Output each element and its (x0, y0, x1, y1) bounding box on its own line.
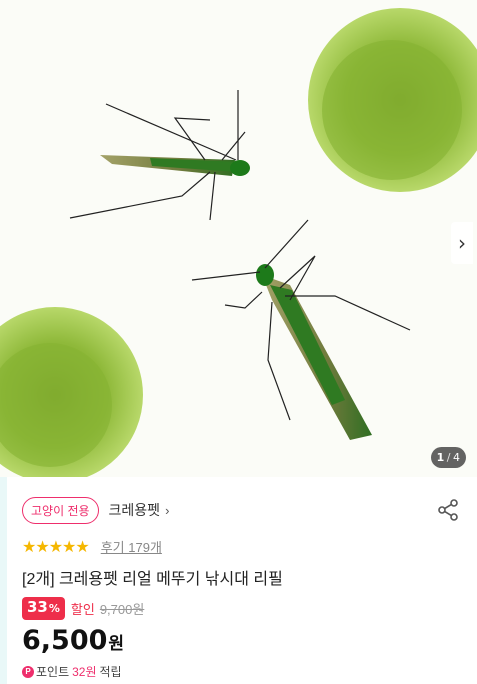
sale-price: 6,500 원 (22, 625, 462, 659)
discount-percent-unit: % (48, 601, 60, 615)
review-count-link[interactable]: 후기 179개 (101, 537, 162, 556)
chevron-right-icon: › (458, 231, 466, 255)
tag-brand-row: 고양이 전용 크레용펫 › (22, 495, 462, 525)
category-tag[interactable]: 고양이 전용 (22, 496, 99, 524)
original-price: 9,700원 (99, 601, 145, 617)
points-row: P 포인트 32원 적립 (22, 663, 462, 680)
discount-badge: 33 % (22, 596, 65, 620)
discount-label: 할인 (70, 601, 95, 617)
total-image-count: 4 (452, 451, 461, 464)
points-icon: P (22, 665, 34, 678)
product-photo (0, 0, 477, 477)
product-title: [2개] 크레용펫 리얼 메뚜기 낚시대 리필 (22, 571, 283, 588)
chevron-right-icon: › (165, 502, 170, 518)
current-image-number: 1 (436, 451, 445, 464)
counter-separator: / (446, 451, 451, 464)
brand-link[interactable]: 크레용펫 › (109, 500, 170, 520)
rating-row: ★★★★★ 후기 179개 (22, 536, 462, 556)
product-image-gallery[interactable]: › 1 / 4 (0, 0, 477, 477)
image-counter: 1 / 4 (431, 447, 466, 468)
points-amount: 32원 (72, 665, 97, 679)
next-image-button[interactable]: › (451, 222, 473, 264)
price-value: 6,500 (22, 625, 108, 656)
discount-percent: 33 (27, 597, 48, 616)
share-icon[interactable] (436, 498, 460, 522)
points-label: 포인트 (36, 665, 70, 679)
brand-name: 크레용펫 (108, 502, 161, 518)
discount-row: 33 % 할인 9,700원 (22, 596, 462, 620)
price-unit: 원 (108, 634, 125, 654)
star-rating: ★★★★★ (22, 536, 90, 556)
points-suffix: 적립 (99, 665, 122, 679)
product-info: 고양이 전용 크레용펫 › ★★★★★ 후기 179개 [2개] 크레용펫 리얼… (22, 495, 462, 680)
